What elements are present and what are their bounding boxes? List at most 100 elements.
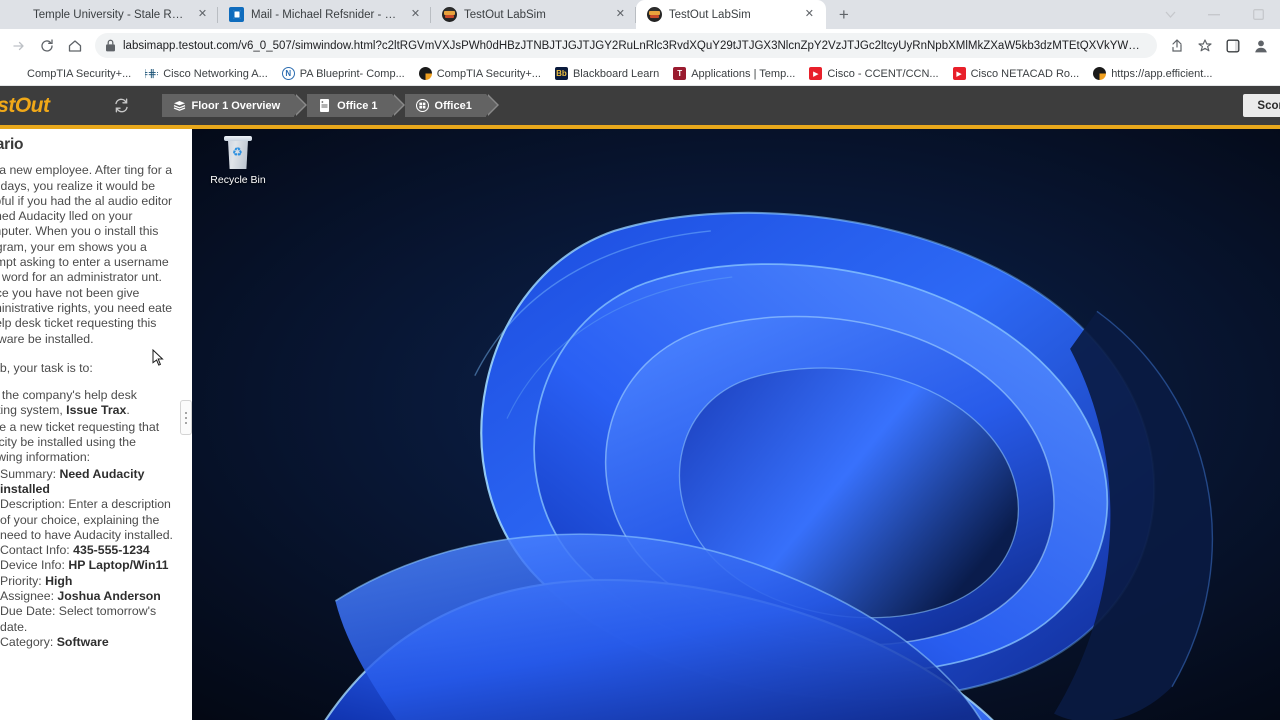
lock-icon <box>105 39 116 52</box>
breadcrumb-label: Office 1 <box>337 99 378 112</box>
testout-icon <box>442 7 457 22</box>
computer-tower-icon <box>318 99 331 112</box>
youtube-icon <box>809 67 823 80</box>
windows-desktop[interactable]: ♻ Recycle Bin <box>192 129 1280 720</box>
breadcrumb-item-floor-1-overview[interactable]: Floor 1 Overview <box>161 94 307 117</box>
address-bar[interactable]: labsimapp.testout.com/v6_0_507/simwindow… <box>95 33 1157 58</box>
page-title: enario <box>0 136 24 153</box>
bookmark-item[interactable]: T Applications | Temp... <box>666 65 802 82</box>
browser-window: Temple University - Stale Request ✕ Mail… <box>0 0 1280 720</box>
field-label: Due Date: Select tomorrow's date. <box>0 604 157 634</box>
desktop-icon-recycle-bin[interactable]: ♻ Recycle Bin <box>202 135 274 187</box>
share-icon[interactable] <box>1164 33 1190 59</box>
refresh-icon[interactable] <box>111 95 133 117</box>
browser-tab-temple[interactable]: Temple University - Stale Request ✕ <box>0 0 218 29</box>
bookmark-item[interactable]: ⋕⋕⋕ Cisco Networking A... <box>138 65 275 82</box>
bookmark-label: Cisco Networking A... <box>163 67 268 80</box>
pie-icon <box>1093 67 1107 80</box>
bookmark-label: Blackboard Learn <box>572 67 660 80</box>
close-icon[interactable]: ✕ <box>195 7 210 22</box>
bookmark-item[interactable]: N PA Blueprint- Comp... <box>275 65 412 82</box>
pane-resize-handle[interactable] <box>180 400 192 435</box>
bookmark-item[interactable]: Cisco - CCENT/CCN... <box>802 65 945 82</box>
bookmarks-bar: CompTIA Security+... ⋕⋕⋕ Cisco Networkin… <box>0 62 1280 86</box>
close-icon[interactable]: ✕ <box>802 7 817 22</box>
field-label: Category: <box>0 634 57 649</box>
field-value: Joshua Anderson <box>57 589 161 604</box>
browser-toolbar: labsimapp.testout.com/v6_0_507/simwindow… <box>0 29 1280 62</box>
task-emphasis: Issue Trax <box>66 403 127 418</box>
bookmark-star-icon[interactable] <box>1192 33 1218 59</box>
field-value: HP Laptop/Win11 <box>68 558 169 573</box>
field-value: High <box>45 573 73 588</box>
bookmark-label: Applications | Temp... <box>691 67 796 80</box>
task-list: pen the company's help desk cketing syst… <box>0 388 179 650</box>
forward-button[interactable] <box>6 33 32 59</box>
tab-strip: Temple University - Stale Request ✕ Mail… <box>0 0 1280 29</box>
breadcrumb-label: Floor 1 Overview <box>191 99 281 112</box>
browser-tab-testout-1[interactable]: TestOut LabSim ✕ <box>431 0 636 29</box>
bookmark-item[interactable]: CompTIA Security+... <box>412 65 548 82</box>
url-text: labsimapp.testout.com/v6_0_507/simwindow… <box>123 39 1147 52</box>
bookmark-label: Cisco NETACAD Ro... <box>970 67 1080 80</box>
youtube-icon <box>952 67 966 80</box>
profile-icon[interactable] <box>1248 33 1274 59</box>
testout-icon <box>646 7 662 22</box>
breadcrumb-item-office-1[interactable]: Office 1 <box>307 94 405 117</box>
home-button[interactable] <box>62 33 88 59</box>
tab-label: TestOut LabSim <box>464 8 546 21</box>
bookmark-label: PA Blueprint- Comp... <box>299 67 405 80</box>
notion-icon: N <box>281 67 295 80</box>
ticket-field-device-info: Device Info: HP Laptop/Win11 <box>0 558 179 573</box>
ticket-field-due-date: Due Date: Select tomorrow's date. <box>0 604 179 635</box>
maximize-icon[interactable] <box>1236 0 1280 29</box>
page-icon <box>9 67 22 80</box>
instructions-panel: enario are a new employee. After ting fo… <box>0 129 192 720</box>
bookmark-label: CompTIA Security+... <box>27 67 132 80</box>
breadcrumb-item-office1-desktop[interactable]: Office1 <box>404 94 500 117</box>
new-tab-button[interactable]: + <box>830 1 858 29</box>
task-intro: is lab, your task is to: <box>0 360 93 375</box>
side-panel-icon[interactable] <box>1220 33 1246 59</box>
bookmark-label: CompTIA Security+... <box>436 67 541 80</box>
task-item-create-ticket: reate a new ticket requesting that udaci… <box>0 420 179 650</box>
desktop-wallpaper <box>192 129 1280 720</box>
field-label: Description: Enter a description of your… <box>0 497 173 542</box>
labsim-header: estOut Floor 1 Overview Office 1 <box>0 86 1280 125</box>
temple-icon: T <box>673 67 687 80</box>
tab-label: Mail - Michael Refsnider - Outlo <box>251 8 401 21</box>
score-lab-button[interactable]: Score La <box>1243 94 1280 117</box>
browser-tab-testout-2[interactable]: TestOut LabSim ✕ <box>635 0 826 29</box>
bookmark-item[interactable]: https://app.efficient... <box>1086 65 1219 82</box>
browser-tab-outlook[interactable]: Mail - Michael Refsnider - Outlo ✕ <box>218 0 431 29</box>
ticket-field-description: Description: Enter a description of your… <box>0 497 179 543</box>
scenario-paragraph: are a new employee. After ting for a few… <box>0 163 173 346</box>
field-label: Priority: <box>0 573 46 588</box>
labsim-body: enario are a new employee. After ting fo… <box>0 129 1280 720</box>
field-value: 435-555-1234 <box>73 543 150 558</box>
minimize-icon[interactable] <box>1192 0 1236 29</box>
layers-icon <box>173 99 186 112</box>
chevron-down-icon[interactable] <box>1148 0 1192 29</box>
field-label: Assignee: <box>0 589 58 604</box>
close-icon[interactable]: ✕ <box>408 7 423 22</box>
ticket-field-category: Category: Software <box>0 635 179 650</box>
task-text-end: . <box>126 403 130 418</box>
bookmark-item[interactable]: CompTIA Security+... <box>2 65 138 82</box>
reload-button[interactable] <box>34 33 60 59</box>
labsim-app: estOut Floor 1 Overview Office 1 <box>0 86 1280 720</box>
breadcrumb: Floor 1 Overview Office 1 Office1 <box>161 94 500 117</box>
tab-label: Temple University - Stale Request <box>33 8 188 21</box>
page-icon <box>11 7 26 22</box>
tab-label: TestOut LabSim <box>668 8 751 21</box>
bookmark-item[interactable]: Cisco NETACAD Ro... <box>946 65 1087 82</box>
ticket-field-priority: Priority: High <box>0 574 179 589</box>
recycle-bin-icon: ♻ <box>223 135 253 169</box>
pie-icon <box>418 67 432 80</box>
field-label: Device Info: <box>0 558 69 573</box>
ticket-field-summary: Summary: Need Audacity installed <box>0 467 179 498</box>
close-icon[interactable]: ✕ <box>613 7 628 22</box>
handle-dot <box>185 411 187 414</box>
bookmark-item[interactable]: Bb Blackboard Learn <box>548 65 666 82</box>
ticket-field-assignee: Assignee: Joshua Anderson <box>0 589 179 604</box>
